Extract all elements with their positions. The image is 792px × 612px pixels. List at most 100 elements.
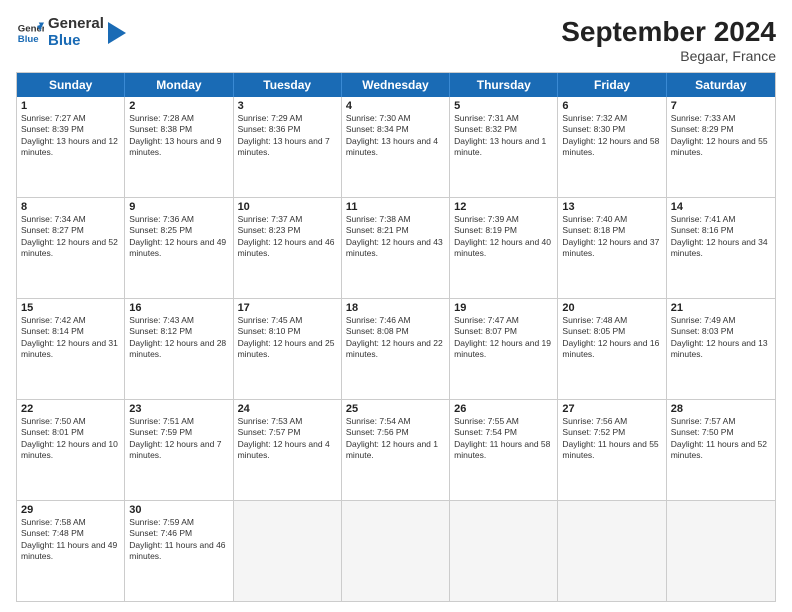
cal-cell: 9 Sunrise: 7:36 AMSunset: 8:25 PMDayligh…: [125, 198, 233, 298]
cell-info: Sunrise: 7:30 AMSunset: 8:34 PMDaylight:…: [346, 113, 445, 159]
cal-cell: 2 Sunrise: 7:28 AMSunset: 8:38 PMDayligh…: [125, 97, 233, 197]
day-number: 29: [21, 504, 120, 516]
cal-cell: 28 Sunrise: 7:57 AMSunset: 7:50 PMDaylig…: [667, 400, 775, 500]
day-number: 8: [21, 201, 120, 213]
cell-info: Sunrise: 7:47 AMSunset: 8:07 PMDaylight:…: [454, 315, 553, 361]
day-number: 27: [562, 403, 661, 415]
day-number: 22: [21, 403, 120, 415]
cell-info: Sunrise: 7:36 AMSunset: 8:25 PMDaylight:…: [129, 214, 228, 260]
cell-info: Sunrise: 7:39 AMSunset: 8:19 PMDaylight:…: [454, 214, 553, 260]
cal-cell: 12 Sunrise: 7:39 AMSunset: 8:19 PMDaylig…: [450, 198, 558, 298]
cal-cell: 17 Sunrise: 7:45 AMSunset: 8:10 PMDaylig…: [234, 299, 342, 399]
day-number: 3: [238, 100, 337, 112]
svg-text:Blue: Blue: [18, 33, 39, 44]
day-number: 26: [454, 403, 553, 415]
day-number: 28: [671, 403, 771, 415]
cell-info: Sunrise: 7:45 AMSunset: 8:10 PMDaylight:…: [238, 315, 337, 361]
cal-cell: 22 Sunrise: 7:50 AMSunset: 8:01 PMDaylig…: [17, 400, 125, 500]
cal-cell: 1 Sunrise: 7:27 AMSunset: 8:39 PMDayligh…: [17, 97, 125, 197]
cal-cell: 15 Sunrise: 7:42 AMSunset: 8:14 PMDaylig…: [17, 299, 125, 399]
cal-row-3: 15 Sunrise: 7:42 AMSunset: 8:14 PMDaylig…: [17, 298, 775, 399]
cal-cell: 18 Sunrise: 7:46 AMSunset: 8:08 PMDaylig…: [342, 299, 450, 399]
cell-info: Sunrise: 7:31 AMSunset: 8:32 PMDaylight:…: [454, 113, 553, 159]
day-number: 11: [346, 201, 445, 213]
cell-info: Sunrise: 7:29 AMSunset: 8:36 PMDaylight:…: [238, 113, 337, 159]
day-number: 13: [562, 201, 661, 213]
cell-info: Sunrise: 7:59 AMSunset: 7:46 PMDaylight:…: [129, 517, 228, 563]
cal-cell: 6 Sunrise: 7:32 AMSunset: 8:30 PMDayligh…: [558, 97, 666, 197]
header-saturday: Saturday: [667, 73, 775, 97]
cal-cell: 8 Sunrise: 7:34 AMSunset: 8:27 PMDayligh…: [17, 198, 125, 298]
cell-info: Sunrise: 7:43 AMSunset: 8:12 PMDaylight:…: [129, 315, 228, 361]
cell-info: Sunrise: 7:34 AMSunset: 8:27 PMDaylight:…: [21, 214, 120, 260]
cell-info: Sunrise: 7:42 AMSunset: 8:14 PMDaylight:…: [21, 315, 120, 361]
cal-cell: 11 Sunrise: 7:38 AMSunset: 8:21 PMDaylig…: [342, 198, 450, 298]
cell-info: Sunrise: 7:38 AMSunset: 8:21 PMDaylight:…: [346, 214, 445, 260]
day-number: 10: [238, 201, 337, 213]
cal-row-5: 29 Sunrise: 7:58 AMSunset: 7:48 PMDaylig…: [17, 500, 775, 601]
cal-cell: 14 Sunrise: 7:41 AMSunset: 8:16 PMDaylig…: [667, 198, 775, 298]
cell-info: Sunrise: 7:40 AMSunset: 8:18 PMDaylight:…: [562, 214, 661, 260]
cell-info: Sunrise: 7:37 AMSunset: 8:23 PMDaylight:…: [238, 214, 337, 260]
calendar-header: Sunday Monday Tuesday Wednesday Thursday…: [17, 73, 775, 97]
day-number: 15: [21, 302, 120, 314]
day-number: 9: [129, 201, 228, 213]
cal-cell: 23 Sunrise: 7:51 AMSunset: 7:59 PMDaylig…: [125, 400, 233, 500]
cal-cell: 21 Sunrise: 7:49 AMSunset: 8:03 PMDaylig…: [667, 299, 775, 399]
page-header: General Blue General Blue September 2024…: [16, 16, 776, 64]
title-block: September 2024 Begaar, France: [561, 16, 776, 64]
cal-cell: 3 Sunrise: 7:29 AMSunset: 8:36 PMDayligh…: [234, 97, 342, 197]
cal-cell: 29 Sunrise: 7:58 AMSunset: 7:48 PMDaylig…: [17, 501, 125, 601]
cal-cell: 26 Sunrise: 7:55 AMSunset: 7:54 PMDaylig…: [450, 400, 558, 500]
cal-cell: [558, 501, 666, 601]
cell-info: Sunrise: 7:32 AMSunset: 8:30 PMDaylight:…: [562, 113, 661, 159]
logo: General Blue General Blue: [16, 16, 126, 49]
day-number: 19: [454, 302, 553, 314]
day-number: 18: [346, 302, 445, 314]
day-number: 30: [129, 504, 228, 516]
cell-info: Sunrise: 7:54 AMSunset: 7:56 PMDaylight:…: [346, 416, 445, 462]
logo-blue: Blue: [48, 33, 104, 50]
cal-cell: [450, 501, 558, 601]
day-number: 21: [671, 302, 771, 314]
logo-icon: General Blue: [16, 19, 44, 47]
header-sunday: Sunday: [17, 73, 125, 97]
cell-info: Sunrise: 7:48 AMSunset: 8:05 PMDaylight:…: [562, 315, 661, 361]
cell-info: Sunrise: 7:58 AMSunset: 7:48 PMDaylight:…: [21, 517, 120, 563]
cell-info: Sunrise: 7:33 AMSunset: 8:29 PMDaylight:…: [671, 113, 771, 159]
cal-cell: [667, 501, 775, 601]
day-number: 12: [454, 201, 553, 213]
day-number: 20: [562, 302, 661, 314]
day-number: 23: [129, 403, 228, 415]
cal-cell: 20 Sunrise: 7:48 AMSunset: 8:05 PMDaylig…: [558, 299, 666, 399]
day-number: 24: [238, 403, 337, 415]
cal-row-2: 8 Sunrise: 7:34 AMSunset: 8:27 PMDayligh…: [17, 197, 775, 298]
cal-cell: 25 Sunrise: 7:54 AMSunset: 7:56 PMDaylig…: [342, 400, 450, 500]
header-monday: Monday: [125, 73, 233, 97]
cal-row-4: 22 Sunrise: 7:50 AMSunset: 8:01 PMDaylig…: [17, 399, 775, 500]
cal-cell: 5 Sunrise: 7:31 AMSunset: 8:32 PMDayligh…: [450, 97, 558, 197]
calendar-body: 1 Sunrise: 7:27 AMSunset: 8:39 PMDayligh…: [17, 97, 775, 601]
cal-cell: 7 Sunrise: 7:33 AMSunset: 8:29 PMDayligh…: [667, 97, 775, 197]
calendar: Sunday Monday Tuesday Wednesday Thursday…: [16, 72, 776, 602]
location: Begaar, France: [561, 48, 776, 64]
header-thursday: Thursday: [450, 73, 558, 97]
day-number: 7: [671, 100, 771, 112]
day-number: 25: [346, 403, 445, 415]
day-number: 5: [454, 100, 553, 112]
cal-cell: [342, 501, 450, 601]
cal-cell: 13 Sunrise: 7:40 AMSunset: 8:18 PMDaylig…: [558, 198, 666, 298]
cell-info: Sunrise: 7:46 AMSunset: 8:08 PMDaylight:…: [346, 315, 445, 361]
cell-info: Sunrise: 7:28 AMSunset: 8:38 PMDaylight:…: [129, 113, 228, 159]
day-number: 14: [671, 201, 771, 213]
day-number: 17: [238, 302, 337, 314]
cell-info: Sunrise: 7:57 AMSunset: 7:50 PMDaylight:…: [671, 416, 771, 462]
day-number: 2: [129, 100, 228, 112]
cell-info: Sunrise: 7:50 AMSunset: 8:01 PMDaylight:…: [21, 416, 120, 462]
logo-arrow-icon: [108, 22, 126, 44]
cal-cell: 30 Sunrise: 7:59 AMSunset: 7:46 PMDaylig…: [125, 501, 233, 601]
cell-info: Sunrise: 7:41 AMSunset: 8:16 PMDaylight:…: [671, 214, 771, 260]
cell-info: Sunrise: 7:51 AMSunset: 7:59 PMDaylight:…: [129, 416, 228, 462]
header-tuesday: Tuesday: [234, 73, 342, 97]
cal-cell: 16 Sunrise: 7:43 AMSunset: 8:12 PMDaylig…: [125, 299, 233, 399]
